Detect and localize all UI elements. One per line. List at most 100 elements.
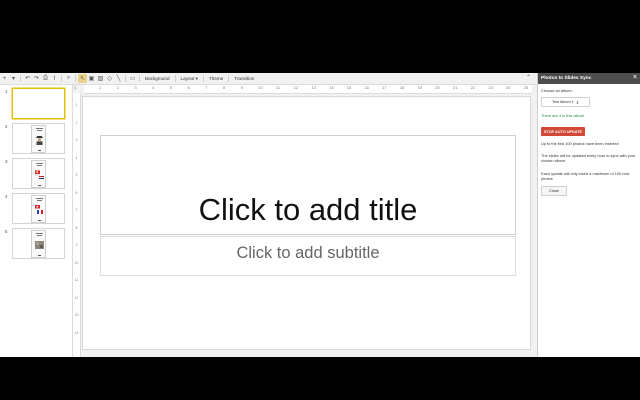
slide-preview[interactable] [12, 193, 65, 224]
photo-card [31, 230, 46, 258]
slide-thumbnail-1[interactable]: 1 [0, 88, 72, 120]
slide-thumbnail-5[interactable]: 5 [0, 228, 72, 260]
ruler-tick-label: 6 [187, 85, 190, 90]
undo-icon[interactable]: ↶ [23, 74, 32, 83]
photo-card [31, 160, 46, 188]
ruler-tick-label: 8 [222, 85, 226, 90]
image-icon[interactable]: ▨ [96, 74, 105, 83]
addon-sidebar: Photos to Slides Sync × Choose an album:… [537, 73, 640, 357]
zoom-icon[interactable]: ⌕ [64, 74, 73, 83]
ruler-tick-label: 5 [169, 85, 173, 90]
ruler-tick-label: 14 [74, 330, 79, 335]
textbox-icon[interactable]: ▣ [87, 74, 96, 83]
horizontal-ruler: 1 1 2 3 4 5 6 7 8 9 10 11 12 13 14 15 16 17 18 19 20 21 22 23 24… [73, 85, 537, 94]
ruler-tick-label: 10 [74, 260, 79, 265]
vertical-ruler: 1 2 3 4 5 6 7 8 9 10 11 12 13 14 [73, 93, 81, 357]
ruler-tick-label: 12 [74, 295, 79, 300]
flags-photo-icon [35, 170, 44, 179]
toolbar-divider [20, 75, 21, 82]
slide-thumbnail-2[interactable]: 2 [0, 123, 72, 155]
print-icon[interactable]: ⎙ [41, 74, 50, 83]
slide-preview[interactable] [12, 88, 65, 119]
slide-number: 3 [5, 159, 8, 164]
comment-icon[interactable]: ▭ [128, 74, 137, 83]
toolbar-divider [61, 75, 62, 82]
slide-number: 1 [5, 89, 8, 94]
ruler-tick-label: 4 [75, 155, 78, 160]
sidebar-title: Photos to Slides Sync [541, 76, 592, 81]
new-slide-dropdown-icon[interactable]: ▾ [9, 74, 18, 83]
slide-thumbnail-4[interactable]: 4 [0, 193, 72, 225]
limit-info-text: Each update will only insert a maximum o… [541, 171, 630, 182]
ruler-tick-label: 9 [75, 243, 78, 247]
album-select[interactable]: Test Album 1 ⇕ [541, 97, 590, 107]
toolbar-divider [139, 75, 140, 82]
paint-format-icon[interactable]: ⌇ [50, 74, 59, 83]
ruler-tick-label: 9 [240, 85, 243, 90]
close-button[interactable]: Close [541, 186, 567, 196]
title-placeholder-text: Click to add title [198, 192, 418, 227]
title-placeholder[interactable]: Click to add title [100, 135, 516, 235]
ruler-tick-label: 12 [293, 85, 299, 90]
ruler-tick-label: 22 [470, 85, 476, 90]
choose-album-label: Choose an album: [541, 88, 573, 93]
line-icon[interactable]: ╲ [114, 74, 123, 83]
theme-button[interactable]: Theme [206, 74, 226, 83]
slide-number: 2 [5, 124, 8, 129]
chevron-down-icon: ⇕ [575, 100, 579, 105]
ruler-tick-label: 16 [364, 85, 369, 90]
collapse-toolbar-icon[interactable]: ⌃ [526, 74, 531, 81]
ruler-tick-label: 17 [382, 85, 387, 90]
ruler-tick-label: 24 [506, 85, 511, 90]
ruler-tick-label: 21 [453, 85, 458, 90]
flags-photo-icon [35, 205, 43, 214]
ruler-tick-label: 3 [134, 85, 137, 90]
transition-button[interactable]: Transition [231, 74, 257, 83]
slide-canvas[interactable]: Click to add title Click to add subtitle [82, 96, 531, 350]
ruler-tick-label: 8 [75, 225, 78, 230]
background-button[interactable]: Background [142, 74, 173, 83]
photo-card [31, 195, 46, 223]
ruler-tick-label: 2 [75, 120, 78, 125]
album-select-value: Test Album 1 [552, 100, 574, 104]
select-icon[interactable]: ↖ [78, 74, 87, 83]
ruler-tick-label: 18 [399, 85, 405, 90]
slide-preview[interactable] [12, 228, 65, 259]
shape-icon[interactable]: ◇ [105, 74, 114, 83]
ruler-tick-label: 1 [99, 85, 102, 90]
person-photo-icon [36, 136, 43, 145]
sidebar-header: Photos to Slides Sync × [538, 73, 640, 84]
ruler-tick-label: 23 [488, 85, 493, 90]
toolbar-divider [125, 75, 126, 82]
ruler-tick-label: 25 [523, 85, 529, 90]
ruler-tick-label: 19 [417, 85, 423, 90]
toolbar-divider [75, 75, 76, 82]
ruler-tick-label: 2 [116, 85, 119, 90]
ruler-tick-label: 14 [329, 85, 334, 90]
ruler-tick-label: 10 [258, 85, 263, 90]
ruler-tick-label: 20 [435, 85, 440, 90]
ruler-tick-label: 11 [276, 85, 281, 90]
update-info-text: The slides will be updated every hour to… [541, 153, 636, 164]
layout-button[interactable]: Layout ▾ [178, 74, 201, 83]
close-icon[interactable]: × [633, 74, 637, 81]
toolbar-divider [228, 75, 230, 82]
slide-preview[interactable] [12, 123, 65, 154]
new-slide-icon[interactable]: + [0, 74, 9, 83]
ruler-tick-label: 5 [75, 173, 78, 177]
toolbar-divider [202, 75, 204, 82]
slide-filmstrip: 1 2 3 4 5 [0, 85, 73, 357]
inserted-info-text: Up to the first 100 photos have been ins… [541, 141, 619, 146]
subtitle-placeholder[interactable]: Click to add subtitle [100, 236, 516, 276]
ruler-tick-label: 3 [75, 138, 78, 142]
ruler-tick-label: 4 [152, 85, 155, 90]
slide-thumbnail-3[interactable]: 3 [0, 158, 72, 190]
ruler-tick-label: 6 [75, 190, 78, 195]
stop-auto-update-button[interactable]: STOP AUTO UPDATE [541, 127, 585, 136]
ruler-tick-label: 7 [205, 85, 208, 90]
ruler-tick-label: 11 [74, 278, 79, 282]
ruler-tick-label: 13 [74, 313, 79, 317]
toolbar: + ▾ ↶ ↷ ⎙ ⌇ ⌕ ↖ ▣ ▨ ◇ ╲ ▭ Background Lay… [0, 73, 537, 85]
redo-icon[interactable]: ↷ [32, 74, 41, 83]
slide-preview[interactable] [12, 158, 65, 189]
